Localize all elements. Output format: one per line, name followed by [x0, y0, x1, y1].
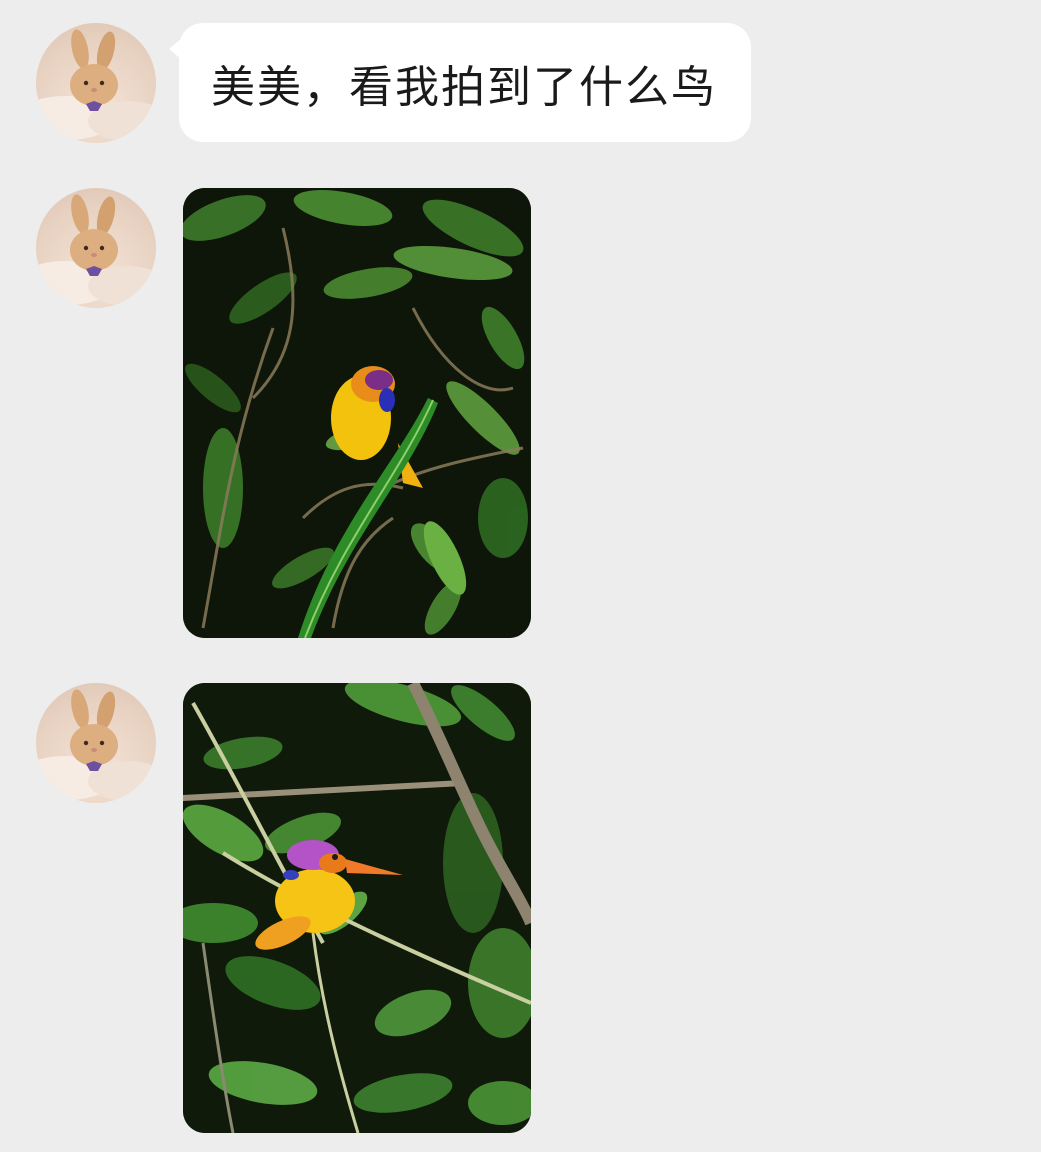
- text-message-bubble[interactable]: 美美，看我拍到了什么鸟: [169, 23, 751, 142]
- message-text: 美美，看我拍到了什么鸟: [211, 61, 717, 113]
- plush-bunny-avatar[interactable]: [36, 23, 156, 143]
- plush-bunny-avatar[interactable]: [36, 188, 156, 308]
- image-message[interactable]: [183, 188, 531, 638]
- image-message[interactable]: [183, 683, 531, 1133]
- plush-bunny-avatar[interactable]: [36, 683, 156, 803]
- chat-view: 美美，看我拍到了什么鸟: [0, 0, 1041, 1152]
- kingfisher-photo-on-branch: [183, 683, 531, 1133]
- kingfisher-photo-behind-leaf: [183, 188, 531, 638]
